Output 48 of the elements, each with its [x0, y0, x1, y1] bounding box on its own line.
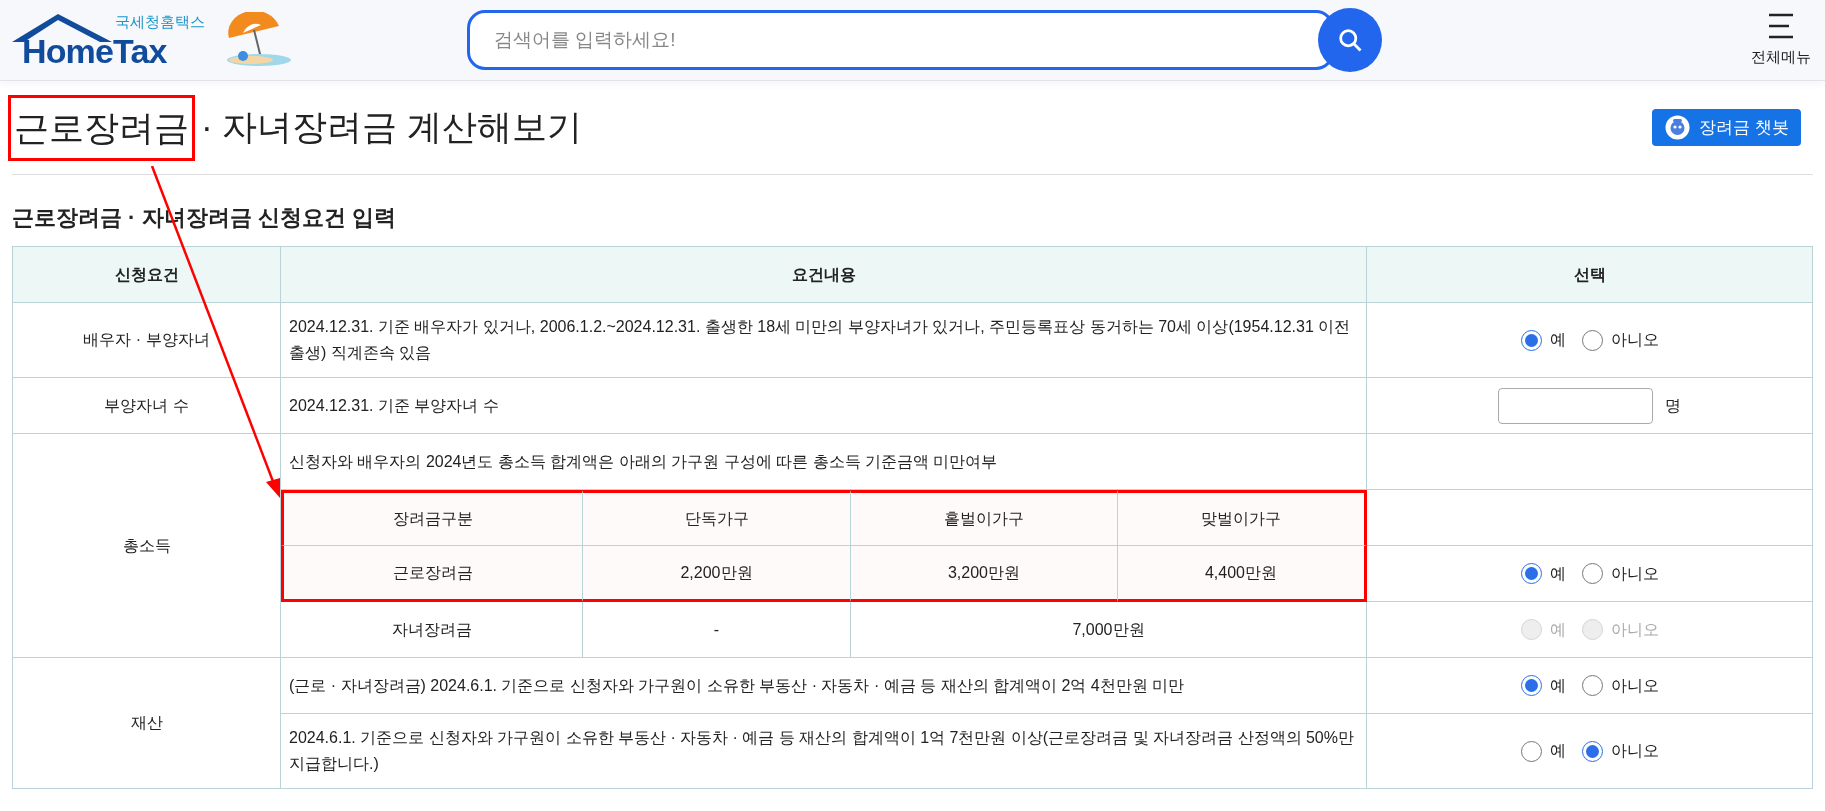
grid-cell: - — [713, 620, 720, 638]
requirement-text: 신청자와 배우자의 2024년도 총소득 합계액은 아래의 가구원 구성에 따른 총소득 기준금액 미만여부 — [289, 452, 998, 470]
radio-label: 예 — [1549, 675, 1566, 696]
radio-label: 아니오 — [1610, 563, 1659, 584]
radio-button[interactable] — [1581, 675, 1603, 696]
radio-label: 예 — [1549, 619, 1566, 640]
requirement-label: 재산 — [130, 714, 163, 731]
logo-wordmark: HomeTax — [22, 34, 167, 68]
requirement-text: 2024.12.31. 기준 배우자가 있거나, 2006.1.2.~2024.12.31. 출생한 18세 미만의 부양자녀가 있거나, 주민등록표상 동거하는 70세 이상(1954.12.31 이전 출생) 직계존속 있음 — [289, 318, 1351, 361]
grid-cell: 3,200만원 — [947, 563, 1020, 581]
grid-cell: 단독가구 — [684, 510, 749, 527]
grid-cell: 근로장려금 — [393, 563, 473, 581]
requirement-text: 2024.12.31. 기준 부양자녀 수 — [289, 396, 499, 414]
grid-cell: 자녀장려금 — [391, 620, 472, 638]
requirement-label: 부양자녀 수 — [104, 396, 189, 414]
logo-subtitle: 국세청홈택스 — [115, 14, 205, 29]
chatbot-icon — [1664, 114, 1692, 141]
radio-button[interactable] — [1581, 563, 1603, 584]
grid-cell: 2,200만원 — [680, 563, 753, 581]
radio-label: 예 — [1549, 330, 1566, 350]
grid-cell: 7,000만원 — [1072, 620, 1145, 638]
search-icon — [1336, 26, 1364, 54]
column-header: 선택 — [1573, 265, 1606, 283]
grid-cell: 홑벌이가구 — [944, 510, 1024, 527]
radio-label: 예 — [1549, 741, 1566, 761]
grid-cell: 장려금구분 — [393, 510, 473, 527]
page-title: · 자녀장려금 계산해보기 — [201, 106, 583, 149]
column-header: 신청요건 — [114, 265, 179, 283]
requirement-label: 배우자 · 부양자녀 — [83, 331, 210, 348]
grid-cell: 맞벌이가구 — [1201, 510, 1281, 527]
radio-label: 아니오 — [1610, 330, 1659, 350]
radio-label: 아니오 — [1610, 619, 1659, 640]
radio-label: 예 — [1549, 563, 1566, 584]
radio-label: 아니오 — [1610, 675, 1659, 696]
highlighted-title-text: 근로장려금 — [8, 94, 195, 161]
column-header: 요건내용 — [791, 265, 856, 283]
requirement-text: (근로 · 자녀장려금) 2024.6.1. 기준으로 신청자와 가구원이 소유한 부동산 · 자동차 · 예금 등 재산의 합계액이 2억 4천만원 미만 — [289, 676, 1185, 694]
unit-label: 명 — [1665, 395, 1681, 416]
grid-cell: 4,400만원 — [1204, 563, 1277, 581]
full-menu-button[interactable]: 전체메뉴 — [1751, 11, 1811, 69]
count-input[interactable] — [1498, 387, 1653, 424]
radio-label: 아니오 — [1610, 741, 1659, 761]
radio-button[interactable] — [1520, 740, 1542, 762]
requirement-text: 2024.6.1. 기준으로 신청자와 가구원이 소유한 부동산 · 자동차 · 예금 등 재산의 합계액이 1억 7천만원 이상(근로장려금 및 자녀장려금 산정액의 50%만 지급합니다.) — [289, 729, 1354, 772]
radio-button[interactable] — [1581, 329, 1603, 351]
chatbot-button[interactable]: 장려금 챗봇 — [1652, 109, 1801, 146]
hometax-logo[interactable]: 국세청홈택스 HomeTax — [12, 8, 217, 72]
requirement-label: 총소득 — [122, 536, 171, 554]
